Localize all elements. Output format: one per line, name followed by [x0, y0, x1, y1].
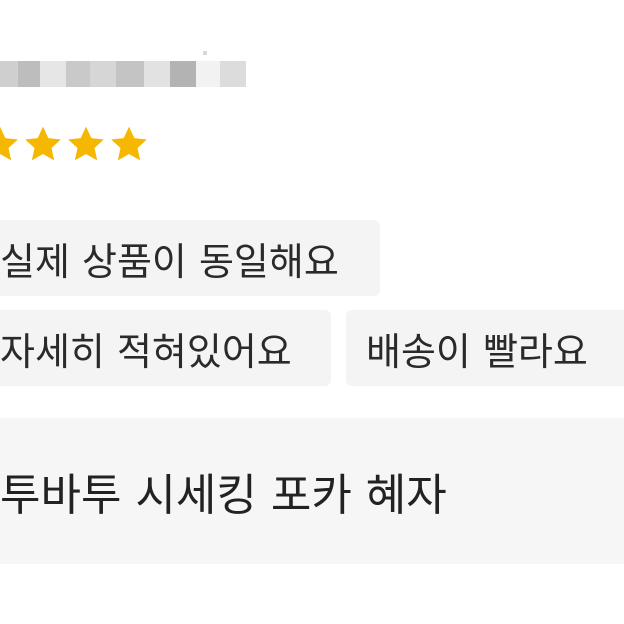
star-rating	[0, 124, 149, 166]
reviewed-product[interactable]: 투바투 시세킹 포카 혜자	[0, 418, 624, 564]
review-tag: 실제 상품이 동일해요	[0, 220, 380, 296]
reviewer-name-masked	[0, 51, 250, 87]
review-tag: 자세히 적혀있어요	[0, 310, 331, 386]
product-name: 투바투 시세킹 포카 혜자	[0, 470, 447, 521]
review-card: 실제 상품이 동일해요 자세히 적혀있어요 배송이 빨라요 투바투 시세킹 포카…	[0, 0, 624, 624]
review-tag-label: 배송이 빨라요	[366, 329, 588, 374]
review-tag: 배송이 빨라요	[346, 310, 624, 386]
review-tag-label: 자세히 적혀있어요	[0, 329, 292, 374]
review-tag-label: 실제 상품이 동일해요	[0, 239, 339, 284]
star-icon	[0, 126, 18, 161]
star-icon	[68, 126, 104, 161]
star-icon	[25, 126, 61, 161]
star-icon	[111, 126, 147, 161]
